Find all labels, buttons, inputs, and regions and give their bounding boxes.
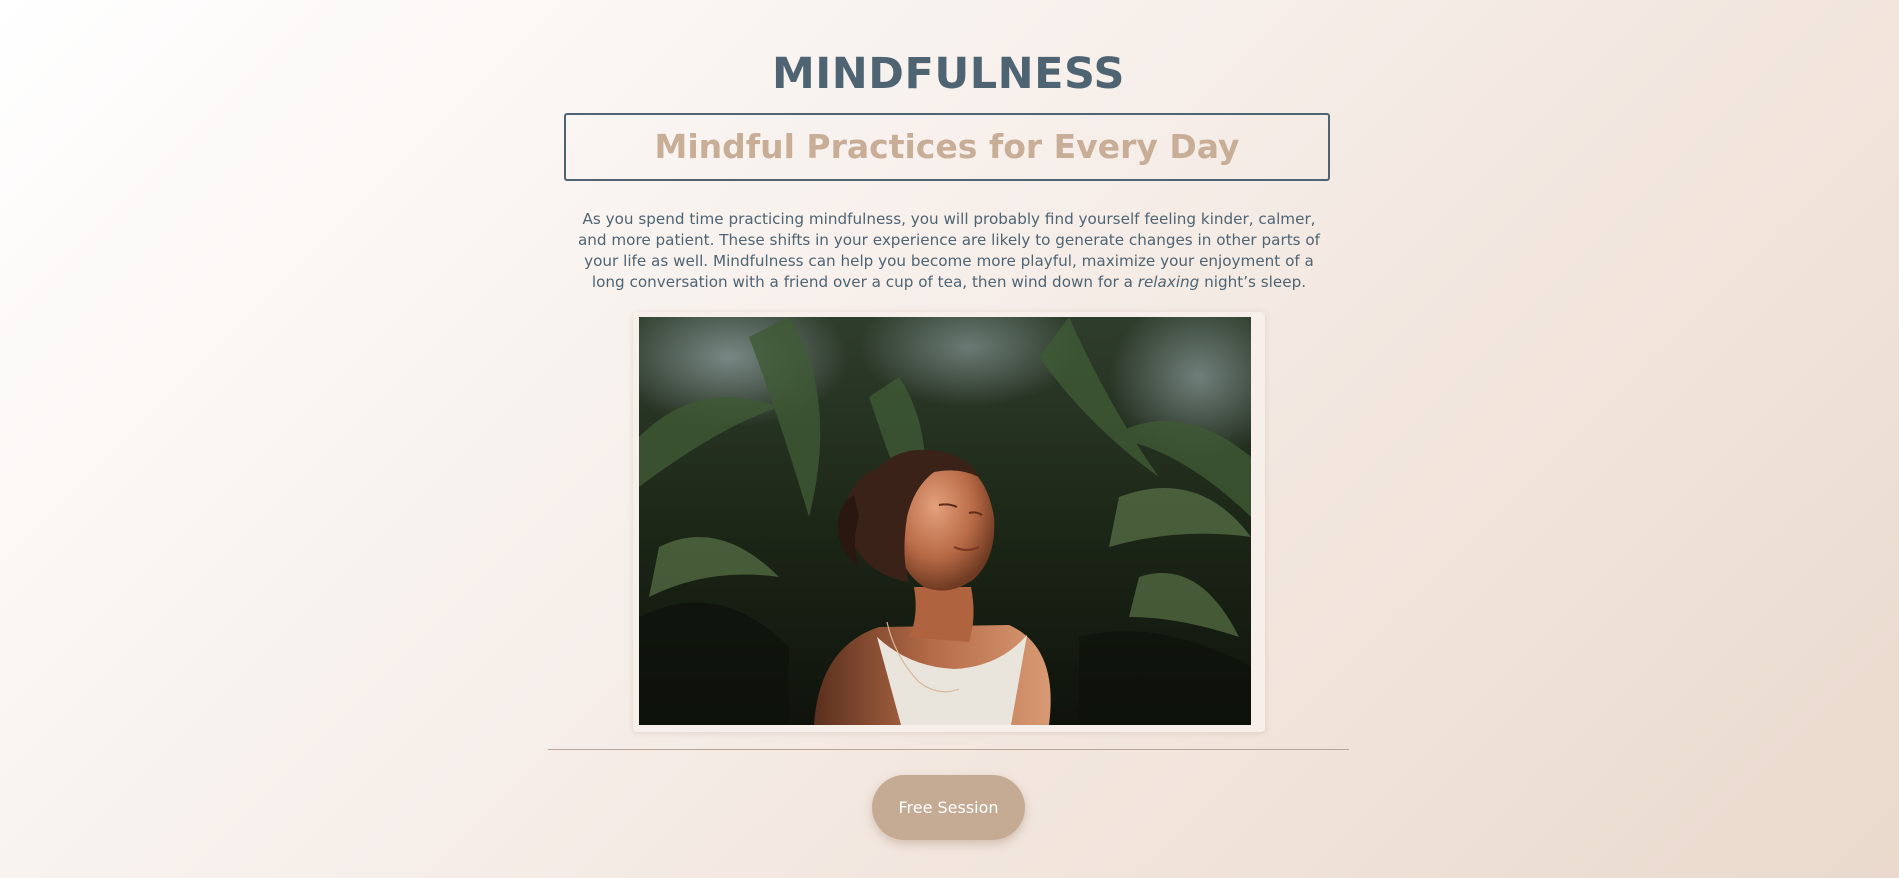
hero-photo [639,317,1251,725]
intro-text-end: night’s sleep. [1199,273,1307,291]
free-session-button[interactable]: Free Session [872,775,1025,840]
page-content: MINDFULNESS Mindful Practices for Every … [548,0,1349,878]
intro-paragraph: As you spend time practicing mindfulness… [574,209,1324,293]
intro-emphasis: relaxing [1137,273,1200,291]
subtitle-box: Mindful Practices for Every Day [564,113,1330,181]
divider [548,749,1349,750]
page-subtitle: Mindful Practices for Every Day [654,127,1240,166]
page-title: MINDFULNESS [771,49,1126,99]
photo-frame [633,312,1265,732]
